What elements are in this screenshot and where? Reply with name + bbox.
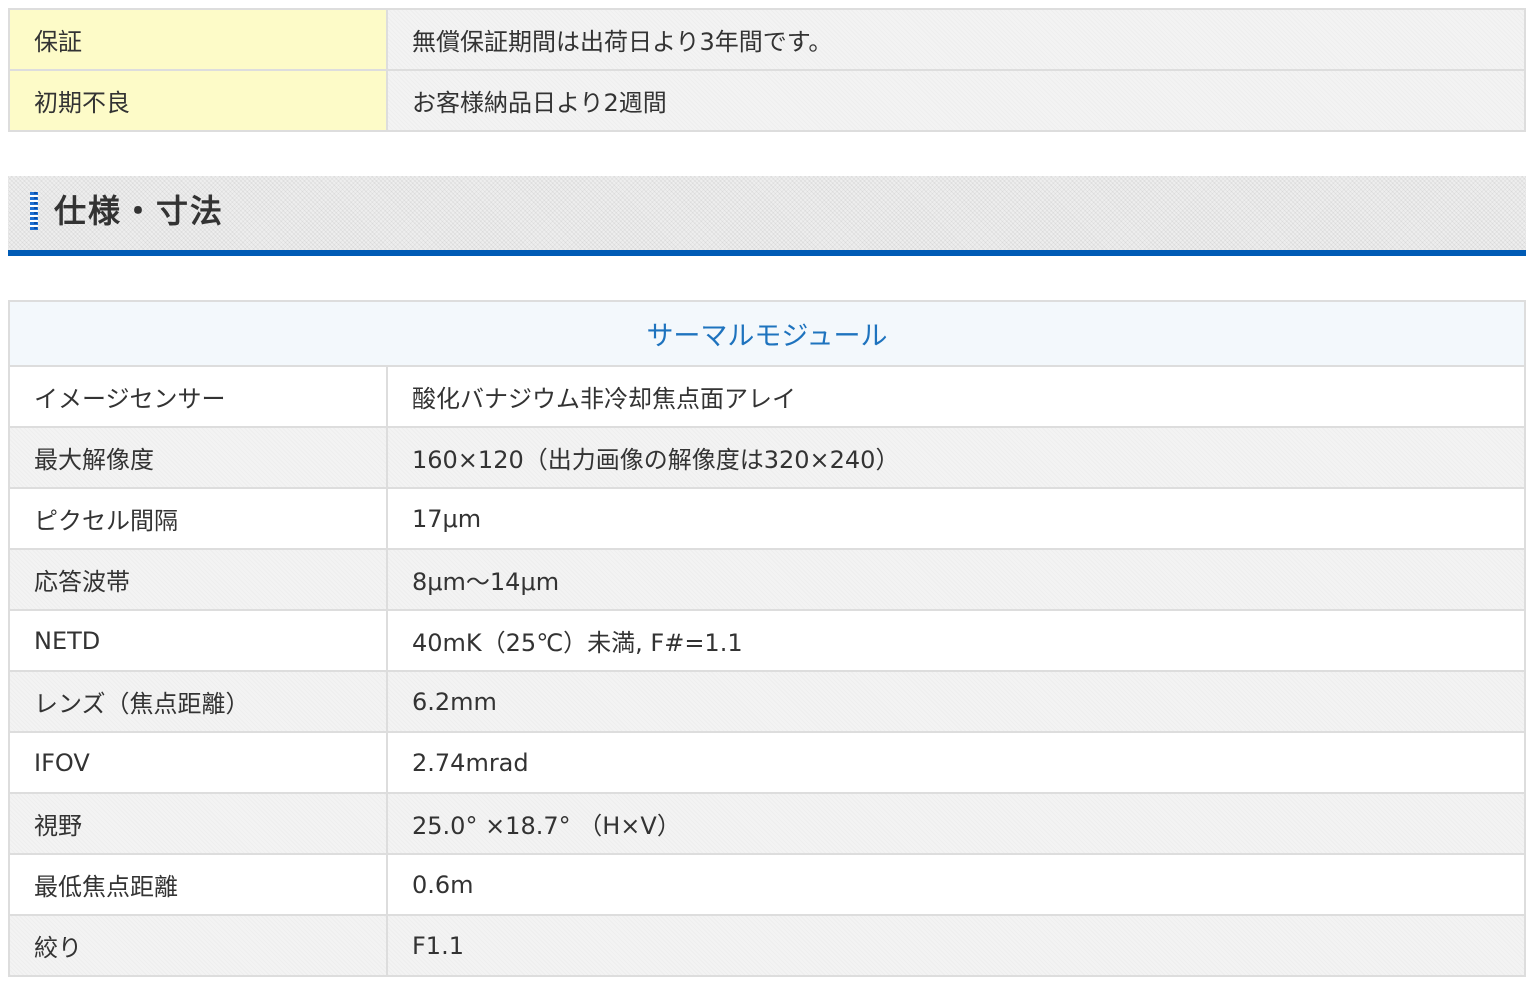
table-row: 保証 無償保証期間は出荷日より3年間です。 bbox=[8, 8, 1526, 71]
warranty-label: 保証 bbox=[8, 8, 388, 71]
table-row: イメージセンサー 酸化バナジウム非冷却焦点面アレイ bbox=[8, 365, 1526, 428]
spec-value: 25.0° ×18.7° （H×V） bbox=[386, 792, 1526, 855]
spec-label: イメージセンサー bbox=[8, 365, 388, 428]
table-row: 最大解像度 160×120（出力画像の解像度は320×240） bbox=[8, 426, 1526, 489]
spec-label: 最低焦点距離 bbox=[8, 853, 388, 916]
spec-label: 応答波帯 bbox=[8, 548, 388, 611]
spec-label: IFOV bbox=[8, 731, 388, 794]
table-row: 視野 25.0° ×18.7° （H×V） bbox=[8, 792, 1526, 855]
spec-value: 2.74mrad bbox=[386, 731, 1526, 794]
spec-table: サーマルモジュール イメージセンサー 酸化バナジウム非冷却焦点面アレイ 最大解像… bbox=[8, 300, 1526, 977]
spec-value: 40mK（25℃）未満, F#=1.1 bbox=[386, 609, 1526, 672]
spec-label: 最大解像度 bbox=[8, 426, 388, 489]
spec-caption: サーマルモジュール bbox=[8, 300, 1526, 367]
spec-value: F1.1 bbox=[386, 914, 1526, 977]
spec-value: 酸化バナジウム非冷却焦点面アレイ bbox=[386, 365, 1526, 428]
table-row: 応答波帯 8μm～14μm bbox=[8, 548, 1526, 611]
spec-label: レンズ（焦点距離） bbox=[8, 670, 388, 733]
table-row: NETD 40mK（25℃）未満, F#=1.1 bbox=[8, 609, 1526, 672]
spec-label: 視野 bbox=[8, 792, 388, 855]
table-row: 初期不良 お客様納品日より2週間 bbox=[8, 69, 1526, 132]
spec-label: NETD bbox=[8, 609, 388, 672]
spec-value: 160×120（出力画像の解像度は320×240） bbox=[386, 426, 1526, 489]
spec-value: 8μm～14μm bbox=[386, 548, 1526, 611]
heading-bar-icon bbox=[30, 192, 38, 230]
spec-value: 6.2mm bbox=[386, 670, 1526, 733]
page-content: 保証 無償保証期間は出荷日より3年間です。 初期不良 お客様納品日より2週間 仕… bbox=[8, 8, 1526, 977]
section-title: 仕様・寸法 bbox=[54, 192, 225, 230]
table-row: 絞り F1.1 bbox=[8, 914, 1526, 977]
table-row: ピクセル間隔 17μm bbox=[8, 487, 1526, 550]
spec-caption-row: サーマルモジュール bbox=[8, 300, 1526, 367]
warranty-value: 無償保証期間は出荷日より3年間です。 bbox=[386, 8, 1526, 71]
spec-value: 17μm bbox=[386, 487, 1526, 550]
table-row: IFOV 2.74mrad bbox=[8, 731, 1526, 794]
spec-value: 0.6m bbox=[386, 853, 1526, 916]
table-row: 最低焦点距離 0.6m bbox=[8, 853, 1526, 916]
table-row: レンズ（焦点距離） 6.2mm bbox=[8, 670, 1526, 733]
spec-label: ピクセル間隔 bbox=[8, 487, 388, 550]
warranty-table: 保証 無償保証期間は出荷日より3年間です。 初期不良 お客様納品日より2週間 bbox=[8, 8, 1526, 132]
initial-defect-value: お客様納品日より2週間 bbox=[386, 69, 1526, 132]
section-heading: 仕様・寸法 bbox=[8, 176, 1526, 256]
initial-defect-label: 初期不良 bbox=[8, 69, 388, 132]
spec-label: 絞り bbox=[8, 914, 388, 977]
